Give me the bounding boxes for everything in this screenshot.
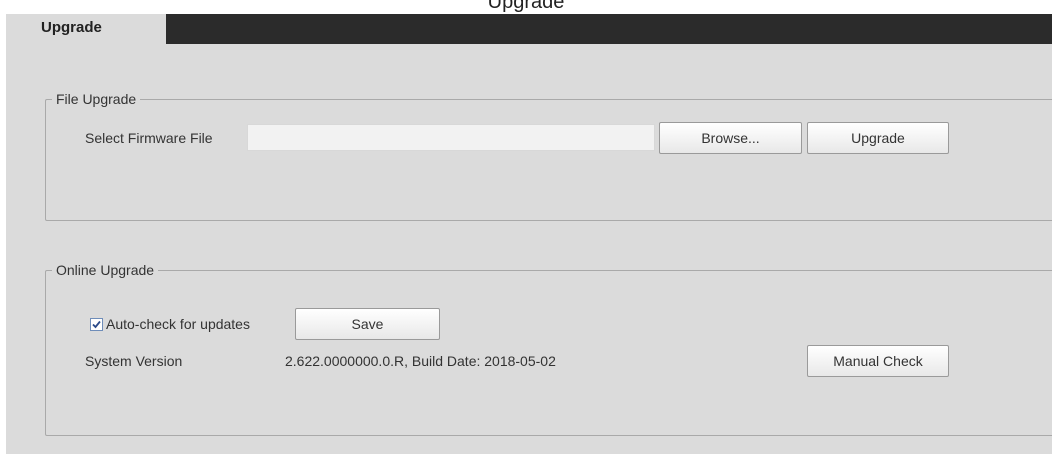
firmware-file-input[interactable] bbox=[247, 124, 655, 151]
upgrade-panel: Upgrade File Upgrade Select Firmware Fil… bbox=[6, 14, 1052, 454]
select-firmware-label: Select Firmware File bbox=[85, 130, 213, 146]
file-upgrade-legend: File Upgrade bbox=[56, 91, 137, 107]
save-button[interactable]: Save bbox=[295, 308, 440, 340]
auto-check-checkbox[interactable] bbox=[90, 318, 103, 331]
file-upgrade-group: File Upgrade bbox=[45, 91, 1052, 221]
online-upgrade-legend: Online Upgrade bbox=[56, 262, 155, 278]
tab-upgrade[interactable]: Upgrade bbox=[6, 14, 166, 44]
page: Upgrade Upgrade File Upgrade Select Firm… bbox=[0, 0, 1052, 454]
manual-check-button[interactable]: Manual Check bbox=[807, 345, 949, 377]
system-version-value: 2.622.0000000.0.R, Build Date: 2018-05-0… bbox=[285, 353, 556, 369]
browse-button[interactable]: Browse... bbox=[659, 122, 802, 154]
window-title: Upgrade bbox=[0, 0, 1052, 14]
auto-check-label[interactable]: Auto-check for updates bbox=[106, 316, 250, 332]
tab-bar: Upgrade bbox=[6, 14, 1052, 44]
window-title-text: Upgrade bbox=[487, 0, 565, 13]
check-mark-icon bbox=[92, 320, 101, 329]
upgrade-button[interactable]: Upgrade bbox=[807, 122, 949, 154]
tab-upgrade-label: Upgrade bbox=[41, 19, 102, 36]
system-version-label: System Version bbox=[85, 353, 183, 369]
